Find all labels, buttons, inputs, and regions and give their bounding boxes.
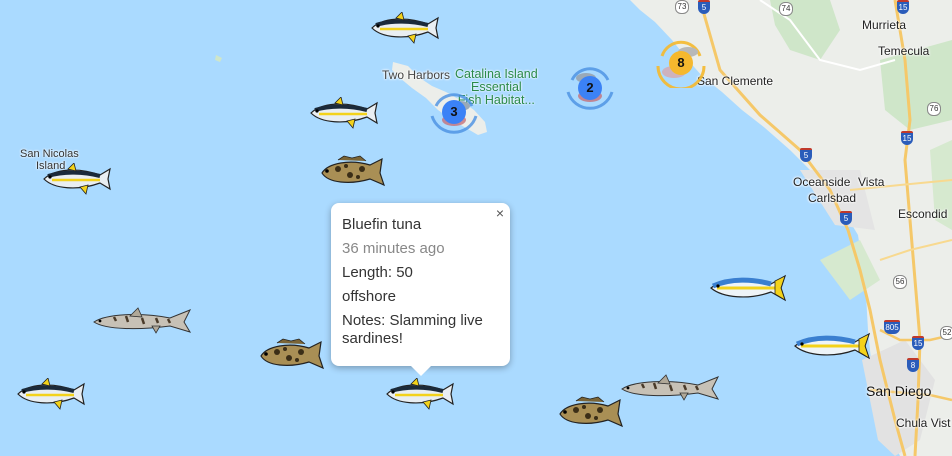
calico-bass-marker[interactable] xyxy=(257,338,327,372)
popup-timestamp: 36 minutes ago xyxy=(342,240,445,257)
label-carlsbad: Carlsbad xyxy=(808,191,857,205)
route-shield-5-north: 5 xyxy=(698,0,710,14)
route-shield-56: 56 xyxy=(893,275,907,289)
popup-species: Bluefin tuna xyxy=(342,216,422,233)
yellowfin-tuna-marker-selected[interactable] xyxy=(381,378,459,410)
route-shield-74: 74 xyxy=(779,2,793,16)
yellowtail-marker[interactable] xyxy=(705,272,789,304)
yellowfin-tuna-marker[interactable] xyxy=(305,97,383,129)
route-shield-52: 52 xyxy=(940,326,952,340)
cluster-marker-offshore[interactable]: 2 xyxy=(562,62,618,114)
route-shield-76: 76 xyxy=(927,102,941,116)
label-murrieta: Murrieta xyxy=(862,18,907,32)
route-shield-73: 73 xyxy=(675,0,689,14)
label-escondido: Escondid xyxy=(898,207,948,221)
label-vista: Vista xyxy=(858,175,885,189)
cluster-count: 8 xyxy=(669,51,693,75)
label-two-harbors: Two Harbors xyxy=(382,68,451,82)
calico-bass-marker[interactable] xyxy=(318,155,388,189)
route-shield-5-mid: 5 xyxy=(800,148,812,162)
popup-notes: Notes: Slamming live sardines! xyxy=(342,312,483,347)
route-shield-15-mid: 15 xyxy=(901,131,913,145)
leopard-shark-marker[interactable] xyxy=(90,306,194,336)
popup-location: offshore xyxy=(342,288,396,305)
route-shield-5-south: 5 xyxy=(840,211,852,225)
route-shield-15-north: 15 xyxy=(897,0,909,14)
route-shield-15-south: 15 xyxy=(912,336,924,350)
cluster-marker-san-clemente[interactable]: 8 xyxy=(652,38,710,91)
label-san-diego: San Diego xyxy=(866,383,932,399)
yellowtail-marker[interactable] xyxy=(789,330,873,362)
popup-length: Length: 50 xyxy=(342,264,413,281)
route-shield-8: 8 xyxy=(907,358,919,372)
cluster-marker-catalina[interactable]: 3 xyxy=(426,86,482,138)
route-shield-805: 805 xyxy=(884,320,900,334)
label-chula-vista: Chula Vist xyxy=(896,416,951,430)
map-canvas[interactable]: Two Harbors Catalina Island Essential Fi… xyxy=(0,0,952,456)
yellowfin-tuna-marker[interactable] xyxy=(38,163,116,195)
cluster-count: 3 xyxy=(442,100,466,124)
yellowfin-tuna-marker[interactable] xyxy=(366,12,444,44)
catch-info-popup: × Bluefin tuna 36 minutes ago Length: 50… xyxy=(331,203,510,376)
close-icon[interactable]: × xyxy=(496,205,504,221)
yellowfin-tuna-marker[interactable] xyxy=(12,378,90,410)
label-oceanside: Oceanside xyxy=(793,175,851,189)
leopard-shark-marker[interactable] xyxy=(618,373,722,403)
calico-bass-marker[interactable] xyxy=(556,396,626,430)
label-temecula: Temecula xyxy=(878,44,930,58)
cluster-count: 2 xyxy=(578,76,602,100)
